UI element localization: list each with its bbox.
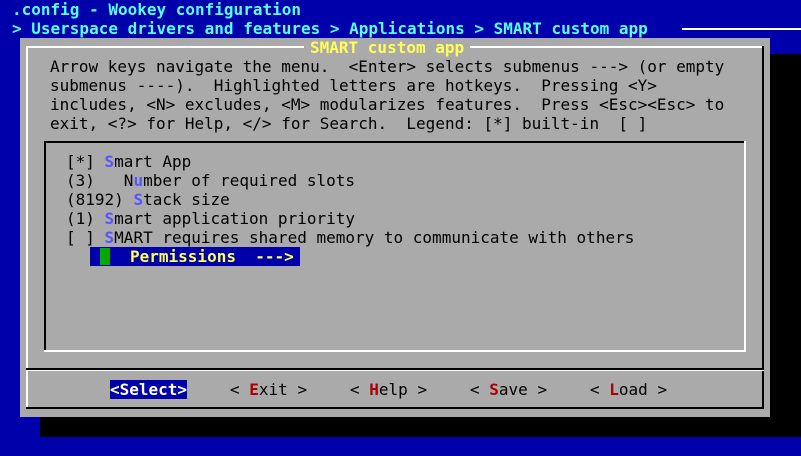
button-separator: [26, 370, 764, 371]
cursor-marker: [100, 248, 110, 265]
help-line: includes, <N> excludes, <M> modularizes …: [50, 95, 725, 114]
menu-item-smart-app[interactable]: [*] Smart App: [66, 152, 191, 171]
breadcrumb-rule: [682, 28, 801, 30]
menu-item-shared-memory[interactable]: [ ] SMART requires shared memory to comm…: [66, 228, 634, 247]
load-button[interactable]: < Load >: [590, 380, 667, 399]
menu-border: [44, 350, 746, 352]
button-bracket: <: [470, 380, 490, 399]
item-prefix: (8192): [66, 190, 134, 209]
button-bracket: <: [590, 380, 610, 399]
dialog-title: SMART custom app: [304, 38, 471, 57]
button-hotkey: L: [609, 380, 619, 399]
menu-item-stack-size[interactable]: (8192) Stack size: [66, 190, 230, 209]
help-line: submenus ----). Highlighted letters are …: [50, 76, 657, 95]
item-label: mart application priority: [114, 209, 355, 228]
menu-item-permissions-label: Permissions --->: [130, 247, 294, 266]
window-title: .config - Wookey configuration: [12, 0, 301, 19]
button-label: xit >: [258, 380, 308, 399]
button-label: oad >: [618, 380, 668, 399]
button-label: elp >: [378, 380, 428, 399]
help-line: exit, <?> for Help, </> for Search. Lege…: [50, 114, 648, 133]
save-button[interactable]: < Save >: [470, 380, 547, 399]
dialog-border: [26, 407, 764, 409]
button-hotkey: H: [369, 380, 379, 399]
item-prefix: (1): [66, 209, 105, 228]
button-hotkey: E: [249, 380, 259, 399]
item-prefix: (3) N: [66, 171, 134, 190]
item-hotkey: u: [133, 171, 144, 190]
button-bracket: <: [230, 380, 250, 399]
button-hotkey: S: [489, 380, 499, 399]
item-label: MART requires shared memory to communica…: [114, 228, 635, 247]
menuconfig-dialog: SMART custom app Arrow keys navigate the…: [20, 38, 770, 417]
item-label: mber of required slots: [143, 171, 355, 190]
dialog-border: [762, 46, 764, 409]
breadcrumb: > Userspace drivers and features > Appli…: [12, 19, 648, 38]
item-hotkey: S: [104, 152, 115, 171]
menu-item-app-priority[interactable]: (1) Smart application priority: [66, 209, 355, 228]
item-hotkey: S: [104, 228, 115, 247]
menu-border: [44, 141, 746, 143]
item-prefix: [ ]: [66, 228, 105, 247]
select-button[interactable]: <Select>: [110, 380, 188, 399]
item-prefix: [*]: [66, 152, 105, 171]
exit-button[interactable]: < Exit >: [230, 380, 307, 399]
help-text: Arrow keys navigate the menu. <Enter> se…: [50, 57, 724, 133]
item-label: tack size: [143, 190, 230, 209]
help-button[interactable]: < Help >: [350, 380, 427, 399]
item-label: mart App: [114, 152, 192, 171]
button-label: ave >: [498, 380, 548, 399]
item-hotkey: S: [133, 190, 144, 209]
button-bracket: <: [350, 380, 370, 399]
menu-border: [744, 141, 746, 352]
item-hotkey: S: [104, 209, 115, 228]
menu-border: [44, 141, 46, 352]
help-line: Arrow keys navigate the menu. <Enter> se…: [50, 57, 725, 76]
menu-item-required-slots[interactable]: (3) Number of required slots: [66, 171, 355, 190]
dialog-border: [26, 46, 28, 409]
